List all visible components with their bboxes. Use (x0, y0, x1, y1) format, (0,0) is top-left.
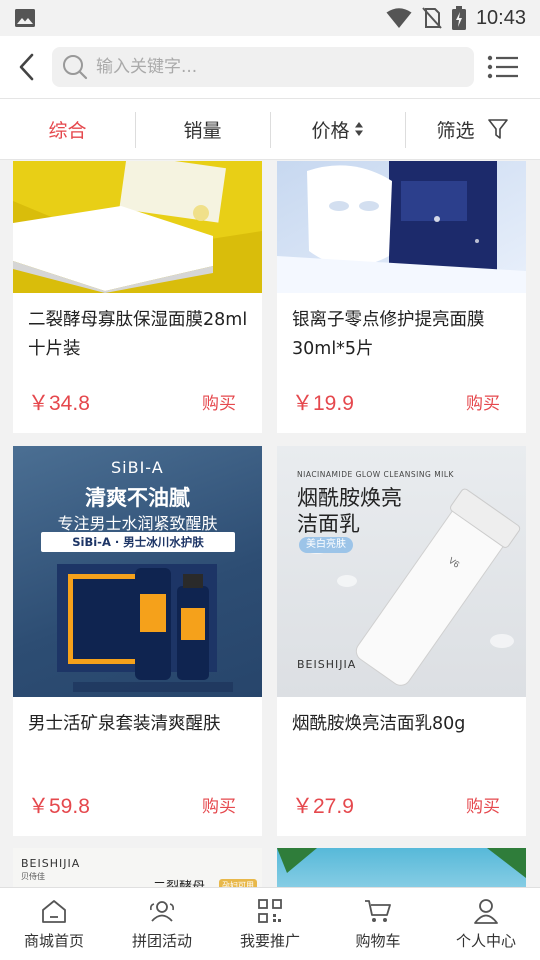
nav-item-cart[interactable]: 购物车 (324, 888, 432, 960)
product-image (277, 848, 526, 887)
product-price: ￥19.9 (292, 392, 354, 415)
nav-label: 拼团活动 (131, 932, 192, 950)
image-brand: SiBI-A (111, 458, 164, 477)
buy-button[interactable]: 购买 (202, 389, 236, 414)
back-icon (19, 53, 34, 81)
product-price: ￥27.9 (292, 795, 354, 818)
nav-label: 购物车 (355, 932, 401, 950)
product-card[interactable]: 二裂酵母寡肽保湿面膜28ml十片装 ￥34.8 购买 (13, 161, 262, 433)
wifi-icon (386, 8, 412, 28)
no-sim-icon (422, 7, 442, 29)
product-card[interactable]: BEISHIJIA 贝侍佳 二裂酵母 孕妇可用 (13, 848, 262, 887)
group-icon (150, 901, 174, 922)
product-image: V6 NIACINAMIDE GLOW CLEANSING MILK 烟酰胺焕亮… (277, 446, 526, 697)
product-name: 银离子零点修护提亮面膜30ml*5片 (292, 310, 485, 359)
status-time: 10:43 (475, 6, 526, 29)
buy-button[interactable]: 购买 (466, 792, 500, 817)
gallery-icon (15, 9, 35, 27)
product-card[interactable]: SiBI-A 清爽不油腻 专注男士水润紧致醒肤 SiBi-A · 男士冰川水护肤… (13, 446, 262, 836)
image-title-2: 洁面乳 (297, 512, 360, 536)
search-icon (63, 55, 88, 80)
list-menu-icon (487, 55, 518, 79)
product-name: 男士活矿泉套装清爽醒肤 (28, 714, 221, 734)
product-price: ￥34.8 (28, 392, 90, 415)
product-card[interactable]: V6 NIACINAMIDE GLOW CLEANSING MILK 烟酰胺焕亮… (277, 446, 526, 836)
sort-tab-sales[interactable]: 销量 (135, 99, 270, 159)
image-brand: BEISHIJIA (297, 658, 357, 671)
sort-tab-comprehensive[interactable]: 综合 (0, 99, 135, 159)
sort-tab-label: 筛选 (436, 119, 475, 142)
product-name: 二裂酵母寡肽保湿面膜28ml十片装 (28, 310, 248, 359)
product-image (13, 161, 262, 293)
sort-bar: 综合 销量 价格 筛选 (0, 98, 540, 160)
product-card[interactable]: 银离子零点修护提亮面膜30ml*5片 ￥19.9 购买 (277, 161, 526, 433)
cart-icon (365, 900, 391, 922)
nav-label: 商城首页 (23, 932, 84, 950)
buy-button[interactable]: 购买 (466, 389, 500, 414)
search-input[interactable] (96, 57, 456, 77)
nav-item-profile[interactable]: 个人中心 (432, 888, 540, 960)
image-title: 二裂酵母 (153, 876, 205, 887)
product-image: SiBI-A 清爽不油腻 专注男士水润紧致醒肤 SiBi-A · 男士冰川水护肤 (13, 446, 262, 697)
status-bar: 10:43 (0, 0, 540, 36)
nav-label: 我要推广 (239, 932, 300, 950)
sort-tab-label: 销量 (183, 119, 222, 142)
image-tag: 美白亮肤 (299, 537, 353, 553)
sort-tab-label: 综合 (48, 119, 87, 142)
product-image: BEISHIJIA 贝侍佳 二裂酵母 孕妇可用 (13, 848, 262, 887)
image-top-text: NIACINAMIDE GLOW CLEANSING MILK (297, 470, 454, 479)
sort-tab-filter[interactable]: 筛选 (405, 99, 540, 159)
image-headline: 清爽不油腻 (85, 486, 190, 510)
image-brand: BEISHIJIA (21, 857, 81, 870)
user-icon (474, 899, 498, 924)
sort-tab-price[interactable]: 价格 (270, 99, 405, 159)
image-tag: 孕妇可用 (219, 879, 257, 887)
nav-item-group-buy[interactable]: 拼团活动 (108, 888, 216, 960)
product-card[interactable] (277, 848, 526, 887)
list-menu-button[interactable] (478, 36, 528, 98)
nav-item-promote[interactable]: 我要推广 (216, 888, 324, 960)
product-price: ￥59.8 (28, 795, 90, 818)
nav-item-home[interactable]: 商城首页 (0, 888, 108, 960)
image-brand-cn: 贝侍佳 (21, 872, 45, 881)
header (0, 36, 540, 98)
product-image (277, 161, 526, 293)
bottom-nav: 商城首页 拼团活动 我要推广 购物车 个人中心 (0, 887, 540, 960)
qr-code-icon (258, 899, 282, 923)
product-grid: 二裂酵母寡肽保湿面膜28ml十片装 ￥34.8 购买 银离子零点修护提亮面膜30… (0, 161, 540, 887)
product-name: 烟酰胺焕亮洁面乳80g (292, 714, 466, 734)
back-button[interactable] (0, 36, 52, 98)
home-icon (42, 900, 66, 923)
buy-button[interactable]: 购买 (202, 792, 236, 817)
sort-arrows-icon (354, 122, 363, 136)
search-bar[interactable] (52, 47, 474, 87)
nav-label: 个人中心 (455, 932, 516, 950)
sort-tab-label: 价格 (311, 119, 350, 142)
image-band: SiBi-A · 男士冰川水护肤 (41, 532, 235, 552)
filter-icon (487, 119, 508, 139)
image-subline: 专注男士水润紧致醒肤 (57, 514, 218, 533)
battery-charging-icon (451, 6, 466, 30)
